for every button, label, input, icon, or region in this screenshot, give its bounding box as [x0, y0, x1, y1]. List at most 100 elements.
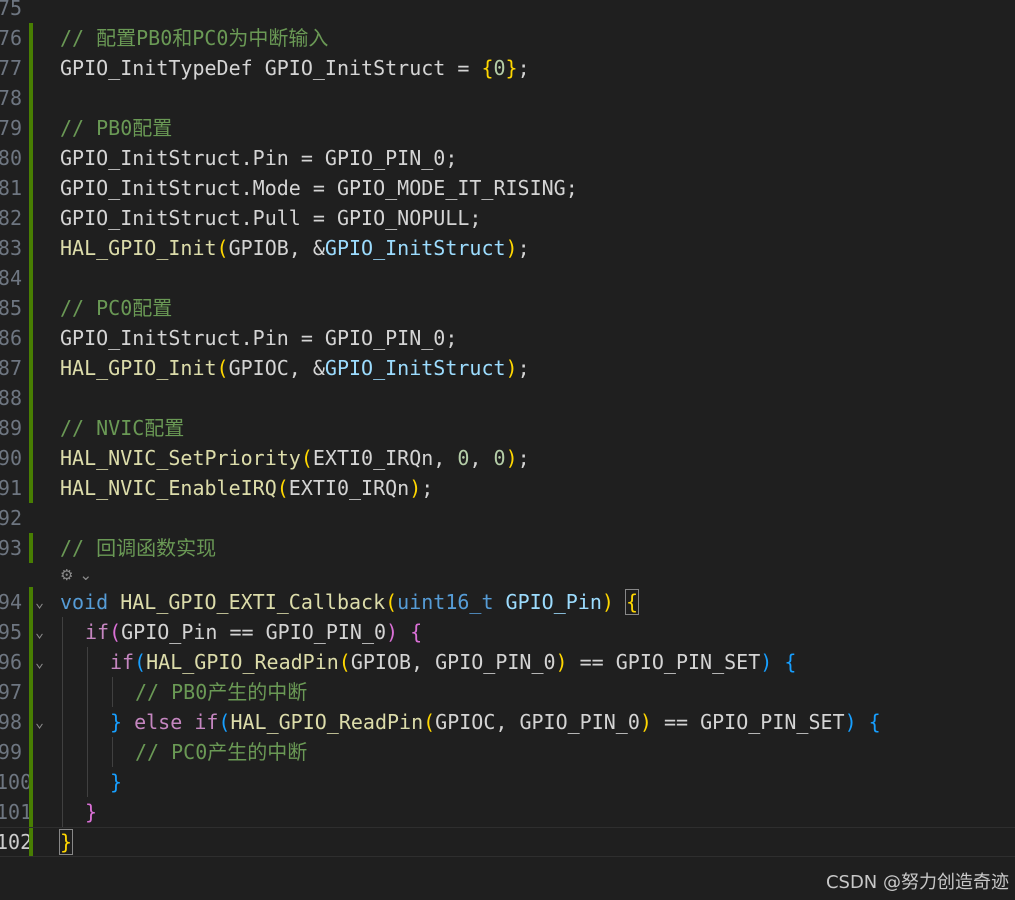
code-content[interactable]: // 回调函数实现 — [60, 533, 216, 563]
code-line[interactable]: 92 — [0, 503, 1015, 533]
code-line[interactable]: 90 HAL_NVIC_SetPriority(EXTI0_IRQn, 0, 0)… — [0, 443, 1015, 473]
git-added-indicator[interactable] — [29, 533, 33, 563]
code-content[interactable]: if(GPIO_Pin == GPIO_PIN_0) { — [85, 617, 422, 647]
code-bracket: ) — [555, 650, 568, 674]
code-line[interactable]: 89 // NVIC配置 — [0, 413, 1015, 443]
ai-sparkle-icon[interactable]: ⚙ — [60, 566, 73, 584]
code-bracket: { — [784, 650, 797, 674]
code-content[interactable]: // PB0产生的中断 — [135, 677, 307, 707]
git-added-indicator[interactable] — [29, 383, 33, 413]
code-line[interactable]: 80 GPIO_InitStruct.Pin = GPIO_PIN_0; — [0, 143, 1015, 173]
code-line[interactable]: 96 ⌄ if(HAL_GPIO_ReadPin(GPIOB, GPIO_PIN_0… — [0, 647, 1015, 677]
fold-chevron-icon[interactable]: ⌄ — [35, 587, 49, 617]
code-line[interactable]: 88 — [0, 383, 1015, 413]
code-content[interactable]: HAL_NVIC_EnableIRQ(EXTI0_IRQn); — [60, 473, 433, 503]
code-line[interactable]: 101} — [0, 797, 1015, 827]
code-content[interactable]: // 配置PB0和PC0为中断输入 — [60, 23, 328, 53]
line-number: 97 — [0, 680, 22, 704]
code-content[interactable]: GPIO_InitStruct.Pin = GPIO_PIN_0; — [60, 143, 457, 173]
git-added-indicator[interactable] — [29, 767, 33, 797]
code-line[interactable]: 85 // PC0配置 — [0, 293, 1015, 323]
git-added-indicator[interactable] — [29, 413, 33, 443]
code-line[interactable]: 100} — [0, 767, 1015, 797]
code-line[interactable]: 86 GPIO_InitStruct.Pin = GPIO_PIN_0; — [0, 323, 1015, 353]
code-line[interactable]: 98 ⌄ } else if(HAL_GPIO_ReadPin(GPIOC, GPI… — [0, 707, 1015, 737]
code-content[interactable]: GPIO_InitStruct.Pin = GPIO_PIN_0; — [60, 323, 457, 353]
code-function-name: HAL_GPIO_Init — [60, 236, 217, 260]
code-keyword: if — [85, 620, 110, 644]
code-line[interactable]: 82 GPIO_InitStruct.Pull = GPIO_NOPULL; — [0, 203, 1015, 233]
fold-chevron-icon[interactable]: ⌄ — [35, 617, 49, 647]
code-keyword: if — [110, 650, 135, 674]
git-added-indicator[interactable] — [29, 83, 33, 113]
code-line[interactable]: 93 // 回调函数实现 — [0, 533, 1015, 563]
code-line[interactable]: 94 ⌄ void HAL_GPIO_EXTI_Callback(uint16_t … — [0, 587, 1015, 617]
git-added-indicator[interactable] — [29, 173, 33, 203]
git-added-indicator[interactable] — [29, 23, 33, 53]
code-content[interactable]: void HAL_GPIO_EXTI_Callback(uint16_t GPI… — [60, 587, 640, 617]
code-line[interactable]: 76 // 配置PB0和PC0为中断输入 — [0, 23, 1015, 53]
code-content[interactable]: GPIO_InitStruct.Mode = GPIO_MODE_IT_RISI… — [60, 173, 578, 203]
code-content[interactable]: // PC0配置 — [60, 293, 172, 323]
git-added-indicator[interactable] — [29, 353, 33, 383]
code-function-name: HAL_GPIO_Init — [60, 356, 217, 380]
code-bracket: ( — [216, 236, 229, 260]
code-content[interactable]: } — [58, 828, 74, 856]
code-content[interactable]: HAL_NVIC_SetPriority(EXTI0_IRQn, 0, 0); — [60, 443, 530, 473]
code-line[interactable]: 97 // PB0产生的中断 — [0, 677, 1015, 707]
indent-guide — [112, 737, 113, 767]
git-added-indicator[interactable] — [29, 587, 33, 617]
code-content[interactable]: } — [85, 797, 97, 827]
git-added-indicator[interactable] — [29, 53, 33, 83]
line-number: 98 — [0, 710, 22, 734]
code-content[interactable]: } — [110, 767, 122, 797]
git-added-indicator[interactable] — [29, 617, 33, 647]
code-line[interactable]: 75 — [0, 0, 1015, 23]
codelens-row: ⚙ ⌄ — [0, 563, 1015, 587]
chevron-down-icon[interactable]: ⌄ — [79, 566, 92, 584]
git-added-indicator[interactable] — [29, 737, 33, 767]
git-added-indicator[interactable] — [29, 113, 33, 143]
code-line[interactable]: 77 GPIO_InitTypeDef GPIO_InitStruct = {0}… — [0, 53, 1015, 83]
code-line[interactable]: 84 — [0, 263, 1015, 293]
code-line[interactable]: 78 — [0, 83, 1015, 113]
git-added-indicator[interactable] — [29, 647, 33, 677]
code-line[interactable]: 102} — [0, 827, 1015, 857]
code-line[interactable]: 95 ⌄ if(GPIO_Pin == GPIO_PIN_0) { — [0, 617, 1015, 647]
git-added-indicator[interactable] — [29, 473, 33, 503]
code-comment: // 回调函数实现 — [60, 536, 217, 560]
git-added-indicator[interactable] — [29, 293, 33, 323]
line-number: 93 — [0, 536, 22, 560]
code-content[interactable]: } else if(HAL_GPIO_ReadPin(GPIOC, GPIO_P… — [110, 707, 881, 737]
code-content[interactable]: if(HAL_GPIO_ReadPin(GPIOB, GPIO_PIN_0) =… — [110, 647, 796, 677]
code-line[interactable]: 87 HAL_GPIO_Init(GPIOC, &GPIO_InitStruct)… — [0, 353, 1015, 383]
git-added-indicator[interactable] — [29, 203, 33, 233]
codelens-actions[interactable]: ⚙ ⌄ — [60, 563, 92, 587]
git-added-indicator[interactable] — [29, 707, 33, 737]
git-added-indicator[interactable] — [29, 443, 33, 473]
code-editor[interactable]: 75 76 // 配置PB0和PC0为中断输入 77 GPIO_InitTypeDef … — [0, 0, 1015, 857]
git-added-indicator[interactable] — [29, 263, 33, 293]
code-content[interactable]: GPIO_InitTypeDef GPIO_InitStruct = {0}; — [60, 53, 530, 83]
fold-chevron-icon[interactable]: ⌄ — [35, 707, 49, 737]
git-added-indicator[interactable] — [29, 828, 33, 856]
code-content[interactable]: // NVIC配置 — [60, 413, 184, 443]
code-line[interactable]: 83 HAL_GPIO_Init(GPIOB, &GPIO_InitStruct)… — [0, 233, 1015, 263]
code-content[interactable]: // PB0配置 — [60, 113, 172, 143]
git-added-indicator[interactable] — [29, 143, 33, 173]
line-number: 80 — [0, 146, 22, 170]
code-line[interactable]: 99 // PC0产生的中断 — [0, 737, 1015, 767]
code-content[interactable]: GPIO_InitStruct.Pull = GPIO_NOPULL; — [60, 203, 481, 233]
code-line[interactable]: 79 // PB0配置 — [0, 113, 1015, 143]
code-line[interactable]: 91 HAL_NVIC_EnableIRQ(EXTI0_IRQn); — [0, 473, 1015, 503]
code-content[interactable]: // PC0产生的中断 — [135, 737, 307, 767]
code-content[interactable]: HAL_GPIO_Init(GPIOC, &GPIO_InitStruct); — [60, 353, 530, 383]
git-added-indicator[interactable] — [29, 797, 33, 827]
git-added-indicator[interactable] — [29, 233, 33, 263]
git-added-indicator[interactable] — [29, 677, 33, 707]
fold-chevron-icon[interactable]: ⌄ — [35, 647, 49, 677]
code-content[interactable]: HAL_GPIO_Init(GPIOB, &GPIO_InitStruct); — [60, 233, 530, 263]
code-line[interactable]: 81 GPIO_InitStruct.Mode = GPIO_MODE_IT_RI… — [0, 173, 1015, 203]
git-added-indicator[interactable] — [29, 323, 33, 353]
